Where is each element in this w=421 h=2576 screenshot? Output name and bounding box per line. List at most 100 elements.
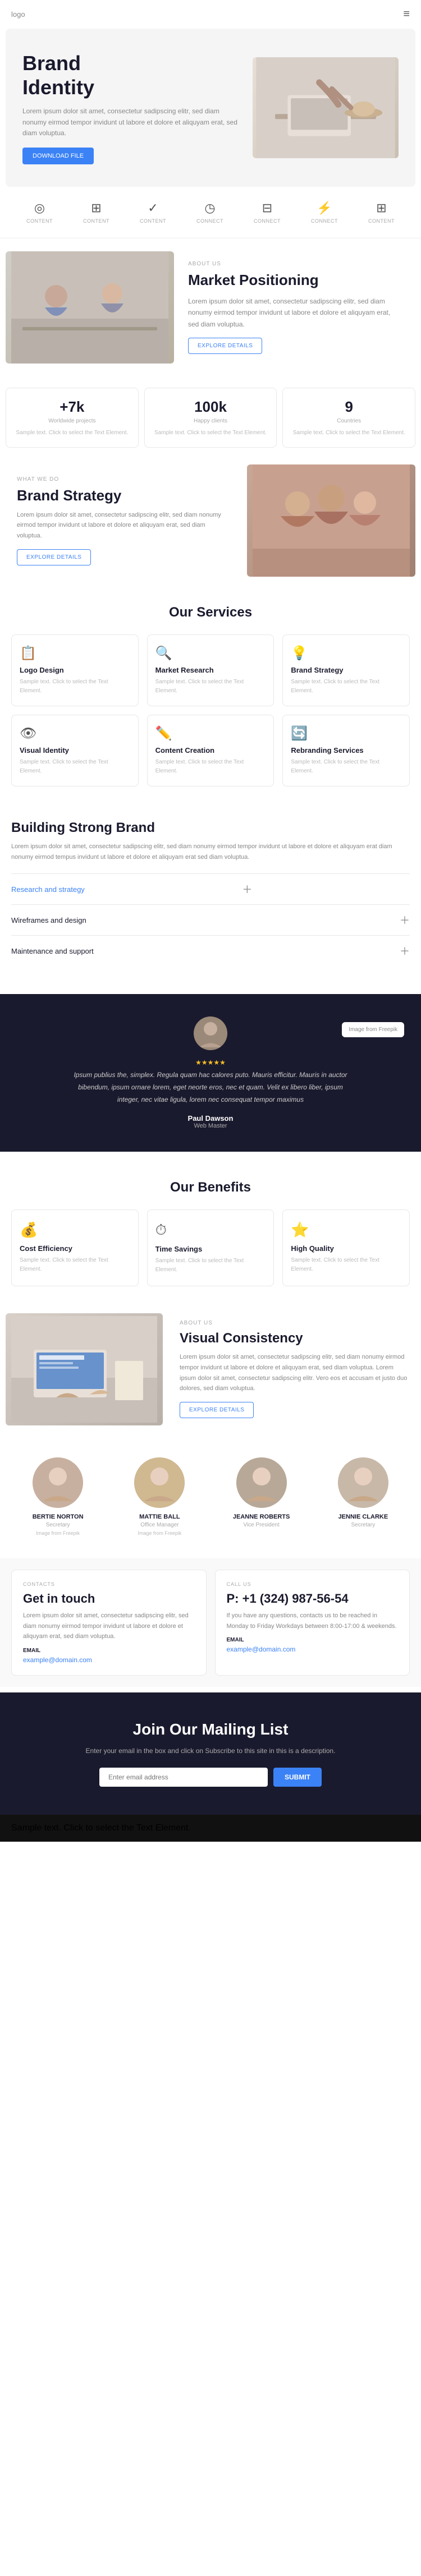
benefits-section: Our Benefits 💰 Cost Efficiency Sample te… — [0, 1163, 421, 1303]
icon-label: CONTENT — [140, 218, 166, 224]
stat-card: +7k Worldwide projects Sample text. Clic… — [6, 388, 139, 448]
visual-description: Lorem ipsum dolor sit amet, consectetur … — [180, 1352, 410, 1394]
stats-section: +7k Worldwide projects Sample text. Clic… — [0, 376, 421, 459]
team-member-role: Secretary — [317, 1522, 410, 1528]
visual-section: ABOUT US Visual Consistency Lorem ipsum … — [0, 1309, 421, 1429]
content-icon: ⊞ — [91, 201, 101, 215]
team-member-name: JENNIE CLARKE — [317, 1514, 410, 1520]
mailing-submit-button[interactable]: SUBMIT — [273, 1768, 322, 1787]
strategy-explore-button[interactable]: EXPLORE DETAILS — [17, 549, 91, 565]
footer: Sample text. Click to select the Text El… — [0, 1815, 421, 1842]
benefit-text: Sample text. Click to select the Text El… — [20, 1256, 130, 1274]
menu-icon[interactable]: ≡ — [403, 8, 410, 21]
service-icon: 👁 — [20, 725, 130, 742]
stat-number: 100k — [153, 398, 269, 416]
benefit-text: Sample text. Click to select the Text El… — [155, 1257, 266, 1275]
benefit-title: Time Savings — [155, 1245, 266, 1253]
accordion-title: Maintenance and support — [11, 947, 94, 955]
benefits-title: Our Benefits — [11, 1180, 410, 1195]
testimonial-role: Web Master — [194, 1123, 227, 1129]
team-member-role: Secretary — [11, 1522, 104, 1528]
team-section: BERTIE NORTON Secretary Image from Freep… — [0, 1446, 421, 1553]
testimonial-section: ★★★★★ Ipsum publius the, simplex. Regula… — [0, 994, 421, 1152]
team-card: JEANNE ROBERTS Vice President — [215, 1457, 308, 1536]
testimonial-stars: ★★★★★ — [195, 1059, 226, 1066]
icon-label: CONTENT — [368, 218, 395, 224]
icon-label: CONNECT — [254, 218, 281, 224]
team-avatar — [33, 1457, 83, 1508]
stat-number: 9 — [291, 398, 407, 416]
stat-label: Countries — [291, 418, 407, 424]
team-member-role: Office Manager — [113, 1522, 206, 1528]
team-avatar — [338, 1457, 388, 1508]
strategy-tag: WHAT WE DO — [17, 476, 225, 482]
stat-label: Happy clients — [153, 418, 269, 424]
benefit-title: Cost Efficiency — [20, 1244, 130, 1253]
content-icon: ⊞ — [376, 201, 386, 215]
service-icon: 🔍 — [155, 645, 266, 661]
mailing-input[interactable] — [99, 1768, 268, 1787]
content-icon: ◎ — [34, 201, 45, 215]
hero-image — [253, 57, 399, 158]
icon-label: CONTENT — [26, 218, 53, 224]
building-section: Building Strong Brand Lorem ipsum dolor … — [0, 803, 421, 983]
call-email[interactable]: example@domain.com — [227, 1645, 399, 1653]
building-title: Building Strong Brand — [11, 820, 410, 836]
accordion-item[interactable]: Research and strategy ＋ — [11, 873, 410, 904]
contact-email[interactable]: example@domain.com — [23, 1656, 195, 1664]
stat-number: +7k — [14, 398, 130, 416]
icon-item: ◷ CONNECT — [196, 201, 223, 224]
strategy-description: Lorem ipsum dolor sit amet, consectetur … — [17, 510, 225, 541]
service-text: Sample text. Click to select the Text El… — [155, 678, 266, 696]
testimonial-author: Paul Dawson — [188, 1114, 234, 1123]
accordion-title: Wireframes and design — [11, 916, 86, 924]
stat-text: Sample text. Click to select the Text El… — [14, 429, 130, 437]
stat-text: Sample text. Click to select the Text El… — [291, 429, 407, 437]
services-title: Our Services — [11, 605, 410, 620]
navigation: logo ≡ — [0, 0, 421, 29]
about-title: Market Positioning — [188, 272, 401, 289]
service-icon: ✏️ — [155, 725, 266, 742]
about-image — [6, 251, 174, 364]
mailing-title: Join Our Mailing List — [17, 1721, 404, 1738]
team-avatar — [134, 1457, 185, 1508]
icon-label: CONNECT — [196, 218, 223, 224]
icon-item: ✓ CONTENT — [140, 201, 166, 224]
accordion-toggle-icon[interactable]: ＋ — [400, 913, 410, 927]
content-icon: ◷ — [204, 201, 215, 215]
download-button[interactable]: DOWNLOAD FILE — [22, 148, 94, 164]
call-label: CALL US — [227, 1581, 399, 1587]
stat-text: Sample text. Click to select the Text El… — [153, 429, 269, 437]
team-card: BERTIE NORTON Secretary Image from Freep… — [11, 1457, 104, 1536]
accordion-toggle-icon[interactable]: ＋ — [400, 944, 410, 958]
service-card: ✏️ Content Creation Sample text. Click t… — [147, 715, 274, 786]
service-icon: 🔄 — [291, 725, 401, 742]
service-card: 🔍 Market Research Sample text. Click to … — [147, 634, 274, 706]
content-icon: ⚡ — [317, 201, 332, 215]
visual-title: Visual Consistency — [180, 1331, 410, 1346]
accordion-toggle-icon[interactable]: ＋ — [242, 882, 252, 896]
service-title: Brand Strategy — [291, 666, 401, 674]
service-card: 💡 Brand Strategy Sample text. Click to s… — [282, 634, 410, 706]
visual-explore-button[interactable]: EXPLORE DETAILS — [180, 1402, 254, 1418]
about-explore-button[interactable]: EXPLORE DETAILS — [188, 338, 262, 354]
strategy-section: WHAT WE DO Brand Strategy Lorem ipsum do… — [0, 464, 421, 577]
service-title: Visual Identity — [20, 746, 130, 755]
hero-section: Brand Identity Lorem ipsum dolor sit ame… — [0, 29, 421, 187]
service-card: 👁 Visual Identity Sample text. Click to … — [11, 715, 139, 786]
icon-item: ⚡ CONNECT — [311, 201, 338, 224]
service-text: Sample text. Click to select the Text El… — [20, 758, 130, 776]
accordion-item[interactable]: Wireframes and design ＋ — [11, 904, 410, 935]
benefit-title: High Quality — [291, 1244, 401, 1253]
icon-item: ⊞ CONTENT — [83, 201, 109, 224]
accordion-item[interactable]: Maintenance and support ＋ — [11, 935, 410, 966]
call-number: P: +1 (324) 987-56-54 — [227, 1591, 399, 1606]
content-icon: ✓ — [148, 201, 158, 215]
call-description: If you have any questions, contacts us t… — [227, 1611, 399, 1631]
benefit-card: 💰 Cost Efficiency Sample text. Click to … — [11, 1209, 139, 1286]
icon-item: ⊞ CONTENT — [368, 201, 395, 224]
service-icon: 📋 — [20, 645, 130, 661]
icon-label: CONNECT — [311, 218, 338, 224]
service-text: Sample text. Click to select the Text El… — [155, 758, 266, 776]
service-title: Rebranding Services — [291, 746, 401, 755]
